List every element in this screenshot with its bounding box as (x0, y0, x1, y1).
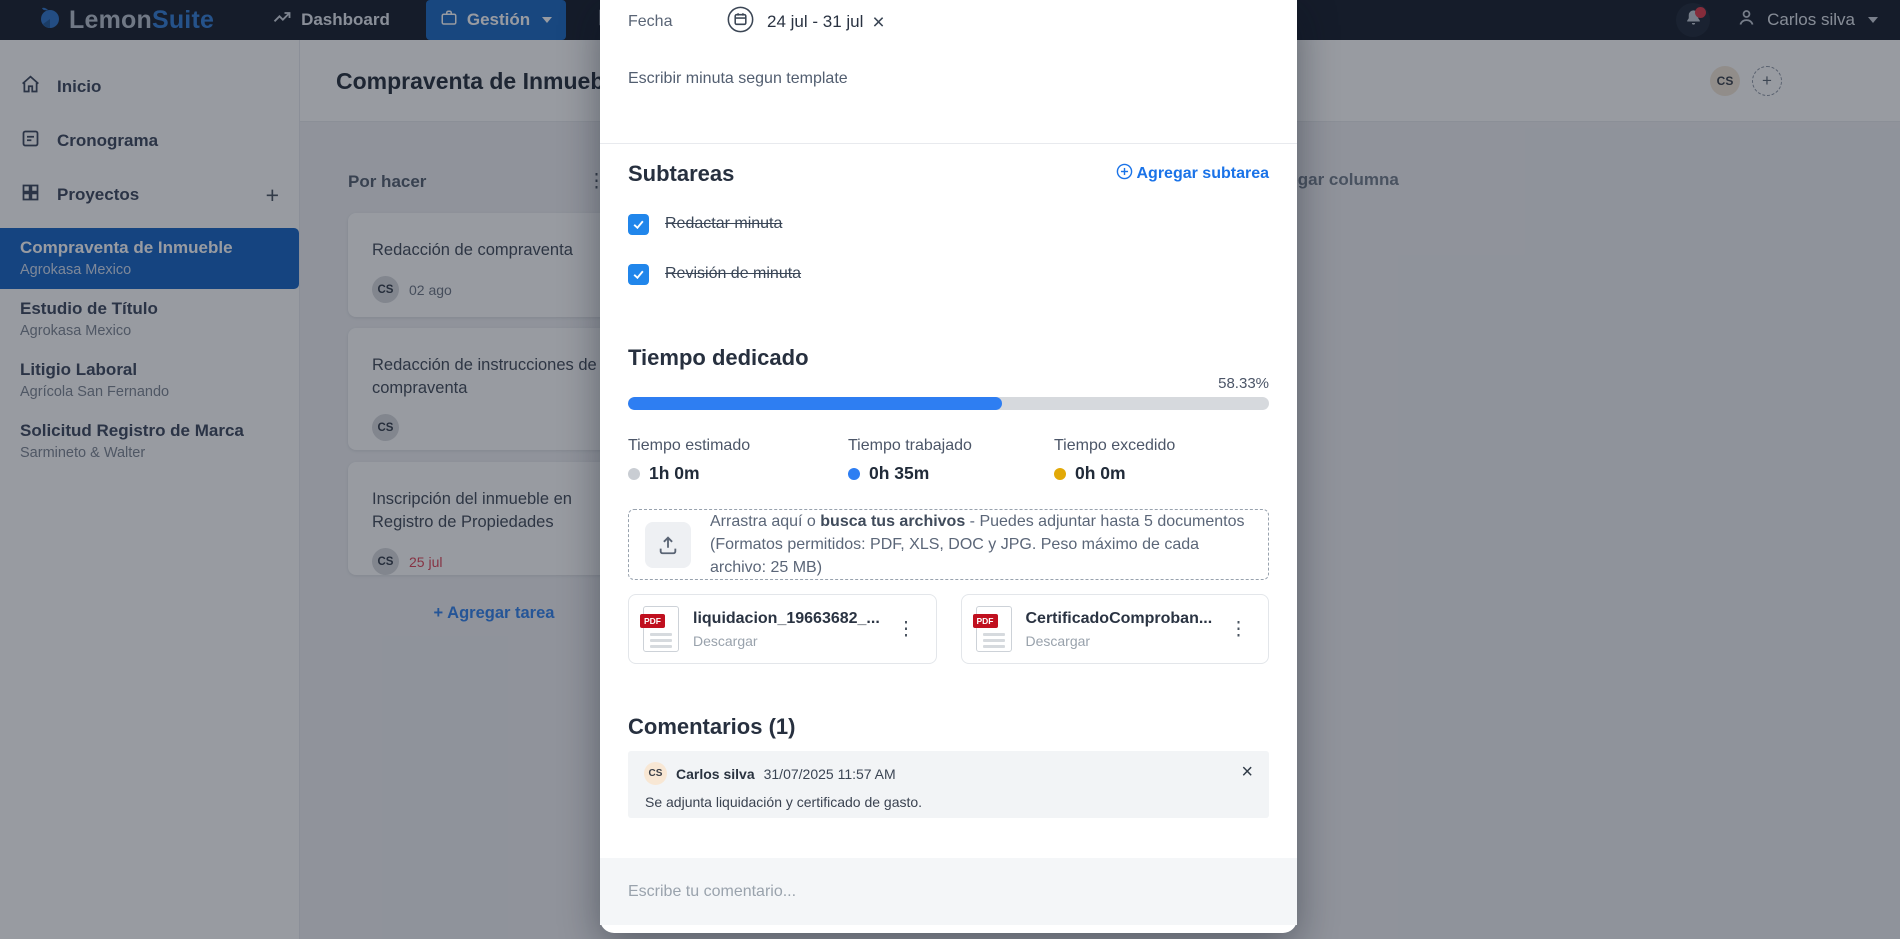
time-stats: Tiempo estimado 1h 0m Tiempo trabajado 0… (628, 437, 1269, 489)
comment-timestamp: 31/07/2025 11:57 AM (764, 766, 896, 782)
comments-heading: Comentarios (1) (628, 714, 795, 740)
file-name: CertificadoComproban... (1026, 610, 1213, 628)
comment-input-bar (600, 858, 1297, 925)
attachment-card[interactable]: PDF CertificadoComproban... Descargar ⋮ (961, 594, 1270, 664)
browse-files-link[interactable]: busca tus archivos (820, 513, 965, 530)
add-subtask-button[interactable]: Agregar subtarea (1116, 163, 1270, 185)
date-field-label: Fecha (628, 13, 727, 31)
time-progress-fill (628, 397, 1002, 410)
attachment-list: PDF liquidacion_19663682_... Descargar ⋮… (628, 594, 1269, 664)
file-name: liquidacion_19663682_... (693, 610, 880, 628)
time-percent: 58.33% (1218, 375, 1269, 392)
comment-input[interactable] (628, 883, 1269, 901)
file-menu-icon[interactable]: ⋮ (1223, 618, 1254, 641)
download-link[interactable]: Descargar (693, 633, 880, 649)
comment-text: Se adjunta liquidación y certificado de … (645, 794, 1253, 810)
gray-dot-icon (628, 468, 640, 480)
comment-item: CS Carlos silva 31/07/2025 11:57 AM × Se… (628, 751, 1269, 818)
attachment-card[interactable]: PDF liquidacion_19663682_... Descargar ⋮ (628, 594, 937, 664)
subtask-row: Redactar minuta (628, 209, 782, 239)
comment-author: Carlos silva (676, 766, 755, 782)
date-range-value: 24 jul - 31 jul (767, 12, 863, 32)
file-dropzone[interactable]: Arrastra aquí o busca tus archivos - Pue… (628, 509, 1269, 580)
time-progress-bar (628, 397, 1269, 410)
dropzone-text: Arrastra aquí o busca tus archivos - Pue… (710, 510, 1252, 579)
stat-exceeded: Tiempo excedido 0h 0m (1054, 437, 1175, 484)
delete-comment-icon[interactable]: × (1241, 762, 1253, 782)
subtask-row: Revisión de minuta (628, 259, 801, 289)
avatar: CS (644, 762, 667, 785)
clear-date-icon[interactable]: × (872, 12, 884, 33)
stat-worked: Tiempo trabajado 0h 35m (848, 437, 972, 484)
pdf-file-icon: PDF (643, 606, 679, 652)
task-description[interactable]: Escribir minuta segun template (628, 70, 1269, 88)
upload-icon (645, 522, 691, 568)
time-section-heading: Tiempo dedicado (628, 345, 809, 371)
subtask-checkbox-checked[interactable] (628, 264, 649, 285)
date-range-picker[interactable]: 24 jul - 31 jul (727, 6, 863, 38)
calendar-icon (727, 6, 754, 38)
file-menu-icon[interactable]: ⋮ (891, 618, 922, 641)
app-root: LemonSuite Dashboard Gestión Reportes (0, 0, 1900, 939)
subtask-label: Revisión de minuta (665, 265, 801, 283)
stat-estimated: Tiempo estimado 1h 0m (628, 437, 750, 484)
yellow-dot-icon (1054, 468, 1066, 480)
download-link[interactable]: Descargar (1026, 633, 1213, 649)
subtask-checkbox-checked[interactable] (628, 214, 649, 235)
plus-circle-icon (1116, 163, 1133, 185)
subtasks-heading: Subtareas (628, 161, 734, 187)
date-row: Fecha 24 jul - 31 jul × (628, 4, 1269, 40)
blue-dot-icon (848, 468, 860, 480)
divider (600, 143, 1297, 144)
task-detail-modal: Fecha 24 jul - 31 jul × Escribir minuta … (600, 0, 1297, 933)
subtask-label: Redactar minuta (665, 215, 782, 233)
pdf-file-icon: PDF (976, 606, 1012, 652)
subtasks-header: Subtareas Agregar subtarea (628, 156, 1269, 192)
